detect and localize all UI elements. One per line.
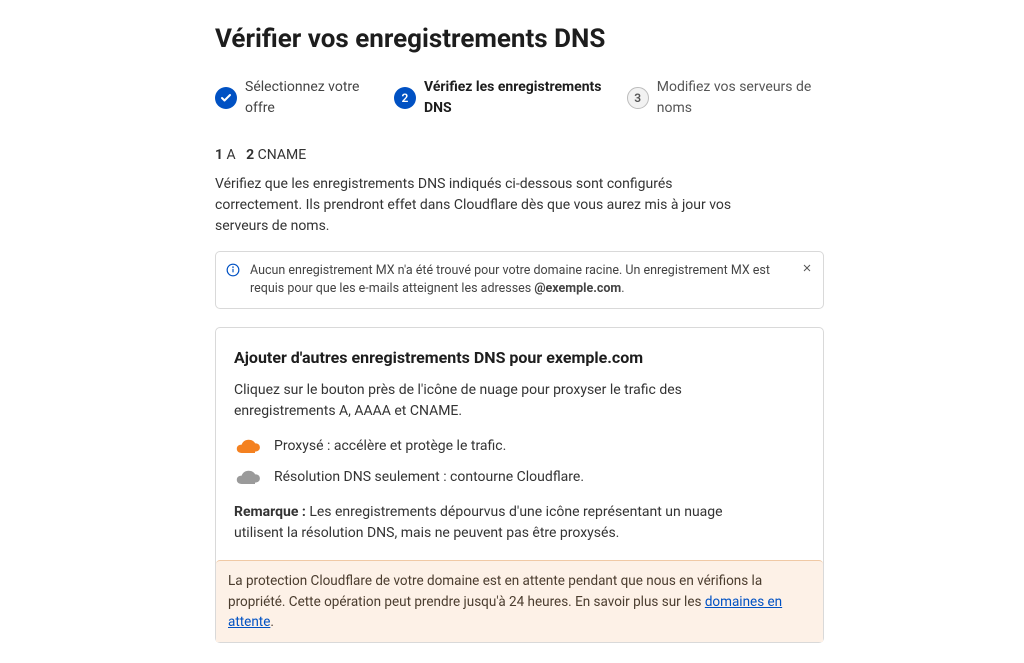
check-icon [215,87,237,109]
alert-domain: @exemple.com [534,281,621,296]
proxied-text: Proxysé : accélère et protège le trafic. [274,436,506,457]
page-title: Vérifier vos enregistrements DNS [215,20,824,59]
note-label: Remarque : [234,504,306,520]
cloud-orange-icon [234,439,262,455]
info-icon [226,263,240,283]
proxied-legend: Proxysé : accélère et protège le trafic. [234,436,805,457]
close-icon[interactable] [801,262,813,280]
note: Remarque : Les enregistrements dépourvus… [234,502,774,544]
intro-text: Vérifiez que les enregistrements DNS ind… [215,174,735,237]
alert-text: Aucun enregistrement MX n'a été trouvé p… [250,263,770,296]
mx-warning-alert: Aucun enregistrement MX n'a été trouvé p… [215,251,824,309]
pending-text: La protection Cloudflare de votre domain… [228,573,762,609]
step-number: 3 [627,87,649,109]
note-text: Les enregistrements dépourvus d'une icôn… [234,504,723,541]
dns-only-text: Résolution DNS seulement : contourne Clo… [274,467,584,488]
record-counts: 1 A 2 CNAME [215,145,824,166]
a-count: 1 [215,147,223,163]
cname-count: 2 [246,147,254,163]
step-label: Sélectionnez votre offre [245,77,372,119]
step-number: 2 [394,87,416,109]
dns-only-legend: Résolution DNS seulement : contourne Clo… [234,467,805,488]
card-heading: Ajouter d'autres enregistrements DNS pou… [234,346,805,370]
add-records-card: Ajouter d'autres enregistrements DNS pou… [215,327,824,643]
pending-banner: La protection Cloudflare de votre domain… [216,560,823,642]
step-3[interactable]: 3 Modifiez vos serveurs de noms [627,77,824,119]
step-label: Vérifiez les enregistrements DNS [424,77,605,119]
cloud-grey-icon [234,470,262,486]
stepper: Sélectionnez votre offre 2 Vérifiez les … [215,77,824,119]
step-2[interactable]: 2 Vérifiez les enregistrements DNS [394,77,605,119]
step-label: Modifiez vos serveurs de noms [657,77,824,119]
step-1[interactable]: Sélectionnez votre offre [215,77,372,119]
card-lead: Cliquez sur le bouton près de l'icône de… [234,380,714,422]
